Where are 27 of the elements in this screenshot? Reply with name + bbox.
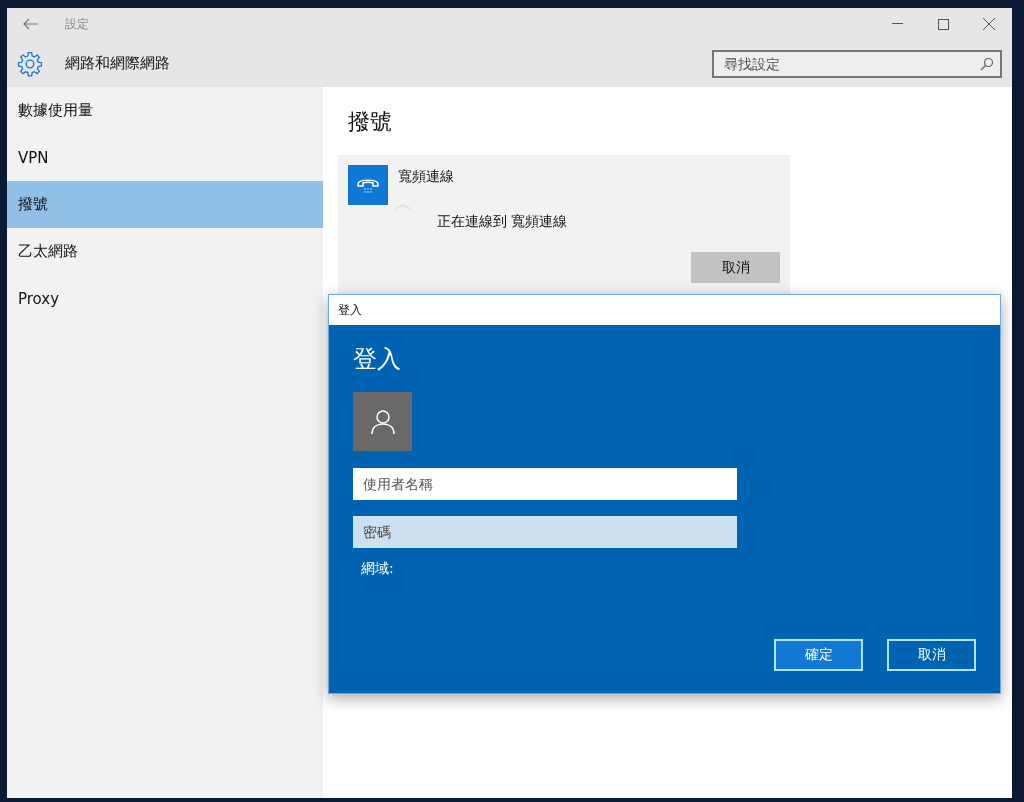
close-icon [983,18,995,30]
password-field[interactable]: 密碼 [353,516,737,548]
sidebar-item[interactable]: VPN [7,134,323,181]
dialog-button[interactable]: 確定 [774,639,863,671]
search-icon [980,56,994,71]
sidebar-item[interactable]: 數據使用量 [7,87,323,134]
domain-label: 網域: [361,560,395,578]
connection-name: 寬頻連線 [398,168,454,186]
sidebar-item[interactable]: 撥號 [7,181,323,228]
username-field[interactable]: 使用者名稱 [353,468,737,500]
search-field[interactable]: 尋找設定 [712,49,1002,78]
settings-icon [17,50,43,77]
dialog-title: 登入 [329,295,1000,325]
dialog-heading: 登入 [353,344,402,375]
minimize-icon [891,23,903,25]
back-arrow-icon [23,18,39,30]
sidebar-item[interactable]: 乙太網路 [7,228,323,275]
cancel-button[interactable]: 取消 [691,252,780,283]
user-avatar-icon [353,392,412,451]
sidebar-item[interactable]: Proxy [7,275,323,322]
phone-icon [348,165,388,205]
maximize-icon [937,18,949,30]
connection-status: 正在連線到 寬頻連線 [437,213,569,231]
section-title: 網路和網際網路 [65,54,171,73]
window-title: 設定 [64,15,90,33]
dialog-button[interactable]: 取消 [887,639,976,671]
page-heading: 撥號 [348,108,393,136]
